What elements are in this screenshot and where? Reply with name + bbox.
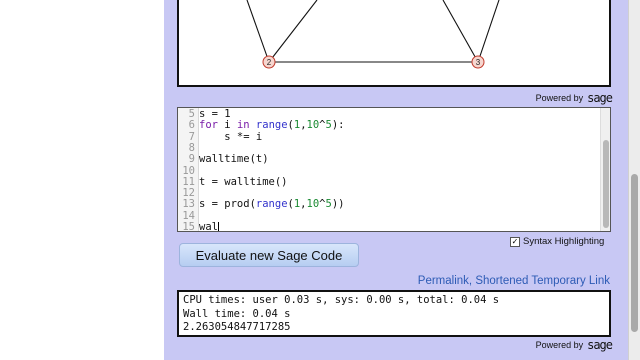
powered-by-sage-bottom[interactable]: Powered by sage [535,338,613,352]
syntax-highlighting-label: Syntax Highlighting [523,236,605,247]
graph-edge [442,0,479,63]
graph-edge [477,0,500,63]
graph-edge [246,0,270,63]
code-line: 7 s *= i [188,130,263,143]
code-line: 9 walltime(t) [188,153,269,166]
syntax-highlighting-checkbox[interactable]: ✓ [510,236,520,247]
editor-scrollbar-thumb[interactable] [603,140,609,228]
graph-vertex-label: 3 [476,58,481,67]
share-links: Permalink, Shortened Temporary Link [418,275,610,287]
powered-by-sage[interactable]: Powered by sage [535,91,613,105]
output-panel: CPU times: user 0.03 s, sys: 0.00 s, tot… [177,290,611,337]
code-line: 14 [182,209,195,222]
evaluate-button[interactable]: Evaluate new Sage Code [179,243,359,267]
code-line: 11 t = walltime() [182,175,288,188]
graph-plot: 2 3 [246,0,500,69]
code-editor[interactable]: 5s = 1 6 for i in range(1,10^5): 7 s *= i… [177,107,611,232]
shortened-link[interactable]: Shortened Temporary Link [475,275,610,287]
sage-logo: sage [587,91,613,105]
syntax-highlighting-toggle[interactable]: ✓ Syntax Highlighting [510,236,604,247]
powered-by-text: Powered by [535,340,584,350]
output-line: Wall time: 0.04 s [183,307,291,320]
output-line: CPU times: user 0.03 s, sys: 0.00 s, tot… [183,294,500,306]
link-separator: , [468,275,473,287]
text-cursor [217,222,219,231]
graph-edge [268,0,318,63]
code-line: 15 wal [182,221,219,232]
sage-logo: sage [587,338,613,352]
permalink-link[interactable]: Permalink [418,275,469,287]
graph-output: 2 3 [177,0,611,87]
output-line: 2.263054847717285 [183,321,291,333]
powered-by-text: Powered by [535,93,584,103]
window-scrollbar-thumb[interactable] [631,174,638,332]
code-line: 13 s = prod(range(1,10^5)) [182,198,345,211]
graph-vertex-label: 2 [267,58,272,67]
